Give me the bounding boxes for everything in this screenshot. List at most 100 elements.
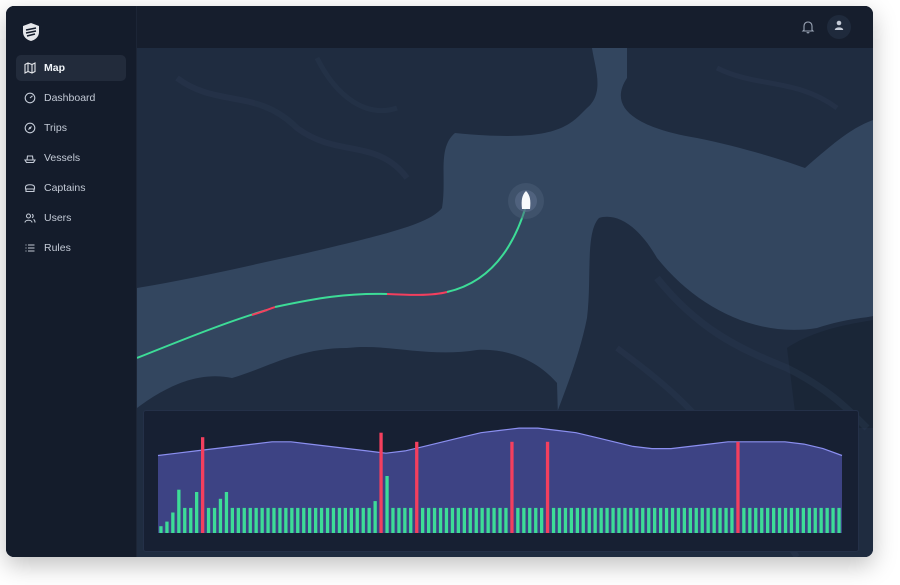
chart-bar[interactable] bbox=[783, 507, 788, 533]
chart-bar[interactable] bbox=[242, 507, 246, 533]
chart-bar[interactable] bbox=[468, 507, 472, 533]
chart-bar[interactable] bbox=[540, 507, 544, 533]
map-view[interactable] bbox=[137, 48, 873, 557]
chart-bar[interactable] bbox=[421, 507, 425, 533]
chart-bar[interactable] bbox=[551, 507, 556, 533]
chart-bar[interactable] bbox=[623, 507, 627, 533]
chart-bar[interactable] bbox=[444, 507, 449, 533]
chart-bar[interactable] bbox=[593, 507, 597, 533]
chart-bar[interactable] bbox=[308, 507, 312, 533]
chart-bar[interactable] bbox=[391, 507, 395, 533]
chart-bar-alert[interactable] bbox=[201, 437, 205, 533]
chart-bar[interactable] bbox=[635, 507, 639, 533]
chart-bar[interactable] bbox=[718, 507, 722, 533]
chart-bar[interactable] bbox=[569, 507, 573, 533]
chart-bar[interactable] bbox=[831, 507, 835, 533]
user-avatar-button[interactable] bbox=[827, 15, 851, 39]
chart-bar[interactable] bbox=[700, 507, 704, 533]
chart-bar[interactable] bbox=[486, 507, 490, 533]
chart-bar[interactable] bbox=[355, 507, 359, 533]
chart-bar[interactable] bbox=[557, 507, 562, 533]
chart-bar[interactable] bbox=[290, 507, 294, 533]
chart-bar[interactable] bbox=[498, 507, 502, 533]
chart-bar[interactable] bbox=[777, 507, 782, 533]
chart-bar[interactable] bbox=[212, 507, 217, 533]
chart-bar[interactable] bbox=[807, 507, 811, 533]
chart-bar[interactable] bbox=[730, 507, 734, 533]
chart-bar[interactable] bbox=[325, 507, 330, 533]
chart-bar[interactable] bbox=[837, 507, 841, 533]
chart-bar[interactable] bbox=[694, 507, 698, 533]
sidebar-item-captains[interactable]: Captains bbox=[16, 175, 126, 201]
chart-bar[interactable] bbox=[516, 507, 520, 533]
chart-bar[interactable] bbox=[224, 492, 229, 533]
shield-logo-icon[interactable] bbox=[22, 22, 40, 42]
chart-bar[interactable] bbox=[599, 507, 603, 533]
chart-bar[interactable] bbox=[647, 507, 651, 533]
chart-bar[interactable] bbox=[218, 498, 223, 533]
chart-bar[interactable] bbox=[438, 507, 443, 533]
chart-bar[interactable] bbox=[159, 526, 163, 533]
chart-bar[interactable] bbox=[629, 507, 633, 533]
chart-bar[interactable] bbox=[260, 507, 264, 533]
chart-bar[interactable] bbox=[504, 507, 508, 533]
chart-bar[interactable] bbox=[427, 507, 431, 533]
chart-bar[interactable] bbox=[302, 507, 306, 533]
chart-bar[interactable] bbox=[183, 507, 187, 533]
chart-bar[interactable] bbox=[284, 507, 288, 533]
chart-bar[interactable] bbox=[670, 507, 675, 533]
chart-bar[interactable] bbox=[165, 521, 169, 533]
chart-bar-alert[interactable] bbox=[545, 441, 550, 533]
sidebar-item-rules[interactable]: Rules bbox=[16, 235, 126, 261]
chart-bar[interactable] bbox=[462, 507, 466, 533]
chart-bar[interactable] bbox=[682, 507, 686, 533]
chart-bar[interactable] bbox=[319, 507, 324, 533]
chart-bar[interactable] bbox=[266, 507, 270, 533]
chart-bar[interactable] bbox=[813, 507, 817, 533]
chart-bar[interactable] bbox=[373, 501, 377, 533]
chart-bar[interactable] bbox=[189, 507, 193, 533]
chart-bar[interactable] bbox=[409, 507, 413, 533]
chart-bar[interactable] bbox=[337, 507, 342, 533]
chart-bar[interactable] bbox=[195, 492, 199, 533]
chart-bar[interactable] bbox=[772, 507, 776, 533]
chart-bar[interactable] bbox=[760, 507, 764, 533]
chart-bar[interactable] bbox=[403, 507, 407, 533]
chart-bar[interactable] bbox=[641, 507, 645, 533]
chart-bar[interactable] bbox=[450, 507, 455, 533]
sidebar-item-map[interactable]: Map bbox=[16, 55, 126, 81]
chart-bar[interactable] bbox=[474, 507, 478, 533]
chart-bar[interactable] bbox=[563, 507, 568, 533]
chart-bar[interactable] bbox=[331, 507, 336, 533]
chart-bar[interactable] bbox=[272, 507, 276, 533]
chart-bar[interactable] bbox=[248, 507, 252, 533]
chart-bar[interactable] bbox=[819, 507, 823, 533]
chart-bar[interactable] bbox=[206, 507, 211, 533]
chart-bar[interactable] bbox=[278, 507, 282, 533]
vessel-marker[interactable] bbox=[508, 183, 544, 219]
sidebar-item-users[interactable]: Users bbox=[16, 205, 126, 231]
chart-bar[interactable] bbox=[534, 507, 538, 533]
chart-bar[interactable] bbox=[795, 507, 800, 533]
chart-bar-alert[interactable] bbox=[736, 441, 740, 533]
chart-bar[interactable] bbox=[236, 507, 240, 533]
chart-bar-alert[interactable] bbox=[379, 432, 383, 533]
chart-bar[interactable] bbox=[361, 507, 365, 533]
chart-bar[interactable] bbox=[343, 507, 347, 533]
chart-bar[interactable] bbox=[314, 507, 318, 533]
chart-bar[interactable] bbox=[367, 507, 371, 533]
chart-bar[interactable] bbox=[611, 507, 615, 533]
chart-bar[interactable] bbox=[742, 507, 746, 533]
chart-bar[interactable] bbox=[480, 507, 484, 533]
chart-bar[interactable] bbox=[177, 489, 181, 533]
chart-bar[interactable] bbox=[754, 507, 758, 533]
chart-bar[interactable] bbox=[296, 507, 300, 533]
chart-bar[interactable] bbox=[385, 476, 389, 533]
chart-bar[interactable] bbox=[801, 507, 805, 533]
chart-bar[interactable] bbox=[766, 507, 770, 533]
chart-bar[interactable] bbox=[575, 507, 579, 533]
chart-bar[interactable] bbox=[789, 507, 794, 533]
chart-bar[interactable] bbox=[712, 507, 716, 533]
sidebar-item-trips[interactable]: Trips bbox=[16, 115, 126, 141]
chart-bar[interactable] bbox=[349, 507, 353, 533]
